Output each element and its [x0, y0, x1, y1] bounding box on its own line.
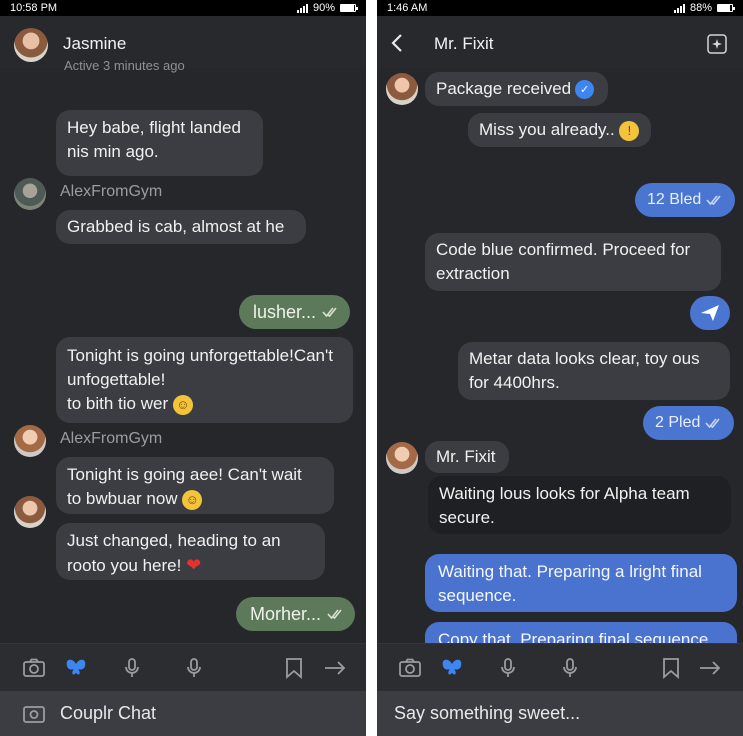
sent-message-bubble[interactable]: lusher... — [239, 295, 351, 329]
verified-icon: ✓ — [575, 80, 595, 100]
double-check-icon — [322, 307, 337, 318]
message-bubble[interactable]: Waiting lous looks for Alpha team secure… — [428, 476, 731, 534]
double-check-icon — [705, 418, 720, 429]
avatar[interactable] — [14, 496, 46, 528]
status-time: 10:58 PM — [10, 2, 58, 14]
avatar[interactable] — [386, 73, 418, 105]
contact-status: Active 3 minutes ago — [64, 58, 185, 73]
message-bubble[interactable]: Metar data looks clear, toy ous for 4400… — [458, 342, 730, 400]
contact-avatar[interactable] — [14, 28, 48, 62]
compose-bar[interactable]: Couplr Chat — [0, 691, 366, 736]
message-bubble[interactable]: Miss you already.. ! — [468, 113, 651, 147]
emoji-icon: ! — [619, 120, 640, 141]
message-bubble[interactable]: Grabbed is cab, almost at he — [56, 210, 306, 244]
chat-header: Mr. Fixit — [377, 16, 743, 68]
smile-emoji-icon: ☺ — [172, 394, 193, 415]
battery-icon — [340, 4, 358, 12]
double-check-icon — [706, 195, 721, 206]
camera-icon[interactable] — [22, 656, 46, 680]
chat-toolbar — [377, 643, 743, 691]
wink-emoji-icon: ☺ — [182, 489, 203, 510]
send-icon[interactable] — [690, 296, 730, 330]
message-bubble[interactable]: Package received ✓ — [425, 72, 608, 106]
status-time: 1:46 AM — [387, 2, 428, 14]
compose-bar[interactable]: Say something sweet... — [377, 691, 743, 736]
signal-icon — [296, 3, 308, 13]
camera-icon[interactable] — [398, 656, 422, 680]
heart-icon: ❤ — [186, 555, 202, 575]
mic-icon[interactable] — [558, 656, 582, 680]
battery-icon — [717, 4, 735, 12]
mic-icon[interactable] — [120, 656, 144, 680]
status-bar: 1:46 AM 88% — [377, 0, 743, 16]
message-bubble[interactable]: Just changed, heading to an rooto you he… — [56, 523, 325, 580]
chat-toolbar — [0, 643, 366, 691]
message-bubble[interactable]: Tonight is going unforgettable!Can't unf… — [56, 337, 353, 423]
sent-message-bubble[interactable]: Waiting that. Preparing a lright final s… — [425, 554, 737, 612]
arrow-right-icon[interactable] — [323, 656, 347, 680]
chat-title[interactable]: Mr. Fixit — [434, 34, 494, 54]
sent-message-bubble[interactable]: 2 Pled — [643, 406, 735, 440]
sender-name: Mr. Fixit — [436, 447, 496, 466]
butterfly-icon[interactable] — [440, 656, 464, 680]
signal-icon — [673, 3, 685, 13]
avatar[interactable] — [14, 178, 46, 210]
arrow-right-icon[interactable] — [698, 656, 722, 680]
avatar[interactable] — [386, 442, 418, 474]
bookmark-icon[interactable] — [659, 656, 683, 680]
battery-percent: 88% — [689, 2, 712, 14]
right-chat-screen: 1:46 AM 88% Mr. Fixit Package received ✓ … — [377, 0, 743, 736]
avatar[interactable] — [14, 425, 46, 457]
double-check-icon — [327, 609, 342, 620]
message-bubble[interactable]: Code blue confirmed. Proceed for extract… — [425, 233, 721, 291]
mic-icon[interactable] — [496, 656, 520, 680]
message-input[interactable]: Couplr Chat — [60, 703, 156, 724]
contact-name[interactable]: Jasmine — [63, 34, 126, 54]
chat-header: Jasmine Active 3 minutes ago — [0, 16, 366, 73]
sent-message-bubble[interactable]: Morher... — [236, 597, 356, 631]
butterfly-icon[interactable] — [64, 656, 88, 680]
sender-chip: Mr. Fixit — [425, 441, 509, 473]
message-bubble[interactable]: Hey babe, flight landed nis min ago. — [56, 110, 263, 176]
battery-percent: 90% — [312, 2, 335, 14]
back-icon[interactable] — [385, 30, 411, 56]
left-chat-screen: 10:58 PM 90% Jasmine Active 3 minutes ag… — [0, 0, 366, 736]
photo-icon[interactable] — [22, 702, 46, 726]
sender-name: AlexFromGym — [60, 430, 163, 447]
bookmark-icon[interactable] — [282, 656, 306, 680]
sent-message-bubble[interactable]: 12 Bled — [635, 183, 736, 217]
message-bubble[interactable]: Tonight is going aee! Can't wait to bwbu… — [56, 457, 334, 514]
status-bar: 10:58 PM 90% — [0, 0, 366, 16]
sender-name: AlexFromGym — [60, 183, 163, 200]
sparkle-icon[interactable] — [707, 34, 727, 54]
mic-icon[interactable] — [182, 656, 206, 680]
message-input[interactable]: Say something sweet... — [394, 703, 580, 724]
